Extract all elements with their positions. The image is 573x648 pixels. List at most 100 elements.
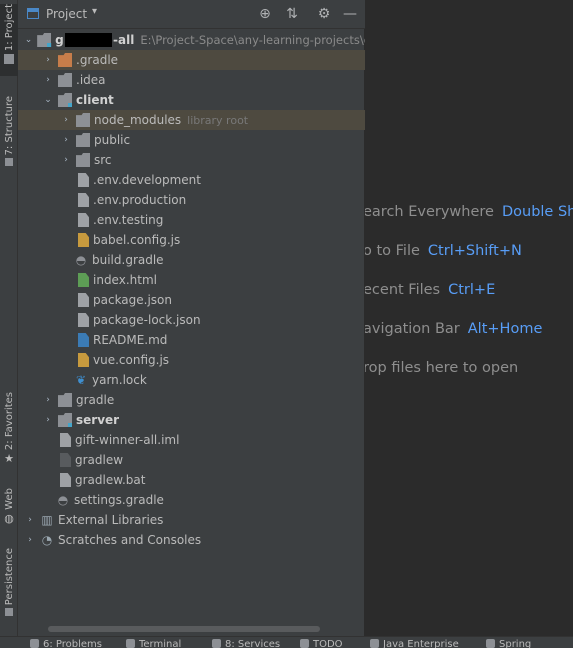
tree-item-yarn-lock[interactable]: ❦ yarn.lock bbox=[18, 370, 419, 390]
spring-icon bbox=[486, 639, 495, 648]
item-label: node_modules bbox=[94, 113, 182, 127]
item-label: build.gradle bbox=[92, 253, 164, 267]
locate-file-icon[interactable]: ⊕ bbox=[256, 5, 274, 23]
tree-item-settings-gradle[interactable]: ◓ settings.gradle bbox=[18, 490, 401, 510]
chevron-down-icon[interactable]: ⌄ bbox=[42, 95, 54, 105]
chevron-right-icon[interactable]: › bbox=[24, 535, 36, 545]
problems-icon bbox=[30, 639, 39, 648]
tree-item-readme[interactable]: README.md bbox=[18, 330, 419, 350]
tree-item-scratches[interactable]: › ◔ Scratches and Consoles bbox=[18, 530, 371, 550]
tree-item-gradlew[interactable]: gradlew bbox=[18, 450, 401, 470]
chevron-right-icon[interactable]: › bbox=[60, 155, 72, 165]
item-label: client bbox=[76, 93, 114, 107]
tab-java-enterprise[interactable]: Java Enterprise bbox=[370, 639, 459, 648]
tab-spring[interactable]: Spring bbox=[486, 639, 531, 648]
view-dropdown-icon[interactable]: ▾ bbox=[92, 6, 97, 17]
redacted-block bbox=[64, 33, 113, 47]
batch-file-icon bbox=[60, 473, 71, 487]
chevron-right-icon[interactable]: › bbox=[42, 55, 54, 65]
module-folder-icon bbox=[37, 33, 52, 47]
item-label: .gradle bbox=[76, 53, 119, 67]
tree-item-vue-config[interactable]: vue.config.js bbox=[18, 350, 419, 370]
item-label: src bbox=[94, 153, 112, 167]
tree-item-build-gradle[interactable]: ◓ build.gradle bbox=[18, 250, 419, 270]
tree-item-index-html[interactable]: index.html bbox=[18, 270, 419, 290]
tree-item-babel-config[interactable]: babel.config.js bbox=[18, 230, 419, 250]
tree-item-gradle[interactable]: › gradle bbox=[18, 390, 389, 410]
tree-item-env-production[interactable]: .env.production bbox=[18, 190, 419, 210]
library-root-note: library root bbox=[187, 113, 249, 127]
chevron-right-icon[interactable]: › bbox=[42, 415, 54, 425]
json-file-icon bbox=[78, 293, 89, 307]
tree-item-idea[interactable]: › .idea bbox=[18, 70, 389, 90]
tab-structure-label: 7: Structure bbox=[3, 96, 15, 156]
folder-icon bbox=[4, 54, 14, 65]
item-label: .env.production bbox=[93, 193, 187, 207]
tab-web[interactable]: Web ◍ bbox=[0, 488, 18, 532]
tree-item-package-lock[interactable]: package-lock.json bbox=[18, 310, 419, 330]
root-path: E:\Project-Space\any-learning-projects\g bbox=[140, 33, 371, 47]
collapse-all-icon[interactable]: ⇅ bbox=[283, 5, 301, 23]
scratches-icon: ◔ bbox=[41, 533, 53, 547]
gear-icon[interactable]: ⚙ bbox=[315, 5, 333, 23]
chevron-down-icon[interactable]: ⌄ bbox=[24, 35, 33, 45]
tab-favorites[interactable]: 2: Favorites ★ bbox=[0, 392, 18, 470]
tree-item-server[interactable]: › server bbox=[18, 410, 389, 430]
services-icon bbox=[212, 639, 221, 648]
chevron-right-icon[interactable]: › bbox=[42, 75, 54, 85]
root-name-suffix: -all bbox=[113, 33, 135, 47]
tree-item-gradle-cache[interactable]: › .gradle bbox=[18, 50, 389, 70]
html-file-icon bbox=[78, 273, 89, 287]
folder-icon bbox=[58, 53, 72, 67]
item-label: vue.config.js bbox=[93, 353, 170, 367]
project-panel-header: Project ▾ ⊕ ⇅ ⚙ — bbox=[18, 0, 365, 29]
tree-item-gradlew-bat[interactable]: gradlew.bat bbox=[18, 470, 401, 490]
horizontal-scrollbar[interactable] bbox=[48, 626, 320, 632]
item-label: package-lock.json bbox=[93, 313, 201, 327]
tab-favorites-label: 2: Favorites bbox=[3, 392, 15, 451]
java-enterprise-icon bbox=[370, 639, 379, 648]
item-label: .env.development bbox=[93, 173, 201, 187]
hint-text: ecent Files bbox=[365, 282, 441, 298]
tree-item-client[interactable]: ⌄ client bbox=[18, 90, 389, 110]
tab-todo[interactable]: TODO bbox=[300, 639, 343, 648]
chevron-right-icon[interactable]: › bbox=[60, 135, 72, 145]
hide-panel-icon[interactable]: — bbox=[341, 5, 359, 23]
json-file-icon bbox=[78, 313, 89, 327]
item-label: public bbox=[94, 133, 131, 147]
tab-persistence[interactable]: Persistence bbox=[0, 548, 18, 630]
tree-item-package-json[interactable]: package.json bbox=[18, 290, 419, 310]
structure-icon bbox=[5, 158, 13, 167]
tree-item-iml[interactable]: gift-winner-all.iml bbox=[18, 430, 401, 450]
project-tool-window: Project ▾ ⊕ ⇅ ⚙ — ⌄ g -all E:\Project-Spa… bbox=[18, 0, 407, 636]
tab-label: TODO bbox=[313, 639, 343, 648]
tab-structure[interactable]: 7: Structure bbox=[0, 96, 18, 172]
tree-item-node-modules[interactable]: › node_modules library root bbox=[18, 110, 407, 130]
hint-text: earch Everywhere bbox=[365, 204, 494, 220]
item-label: package.json bbox=[93, 293, 173, 307]
tree-item-external-libraries[interactable]: › ▥ External Libraries bbox=[18, 510, 371, 530]
editor-empty-area[interactable]: earch Everywhere Double Shift o to File Ct… bbox=[365, 0, 573, 636]
tab-terminal[interactable]: Terminal bbox=[126, 639, 181, 648]
module-folder-icon bbox=[58, 93, 72, 107]
chevron-right-icon[interactable]: › bbox=[42, 395, 54, 405]
tab-web-label: Web bbox=[3, 488, 15, 510]
item-label: gradlew.bat bbox=[75, 473, 146, 487]
tree-item-public[interactable]: › public bbox=[18, 130, 407, 150]
hint-shortcut: Ctrl+Shift+N bbox=[427, 243, 522, 259]
project-view-icon bbox=[27, 8, 39, 19]
hint-shortcut: Double Shift bbox=[501, 204, 573, 220]
chevron-right-icon[interactable]: › bbox=[60, 115, 72, 125]
chevron-right-icon[interactable]: › bbox=[24, 515, 36, 525]
tree-item-src[interactable]: › src bbox=[18, 150, 407, 170]
tab-problems[interactable]: 6: Problems bbox=[30, 639, 102, 648]
todo-icon bbox=[300, 639, 309, 648]
item-label: yarn.lock bbox=[92, 373, 147, 387]
folder-icon bbox=[58, 393, 72, 407]
tab-services[interactable]: 8: Services bbox=[212, 639, 280, 648]
tree-item-root[interactable]: ⌄ g -all E:\Project-Space\any-learning-pr… bbox=[18, 30, 371, 50]
tree-item-env-testing[interactable]: .env.testing bbox=[18, 210, 419, 230]
tree-item-env-development[interactable]: .env.development bbox=[18, 170, 419, 190]
hint-shortcut: Alt+Home bbox=[467, 321, 543, 337]
tab-project[interactable]: 1: Project bbox=[0, 4, 18, 76]
